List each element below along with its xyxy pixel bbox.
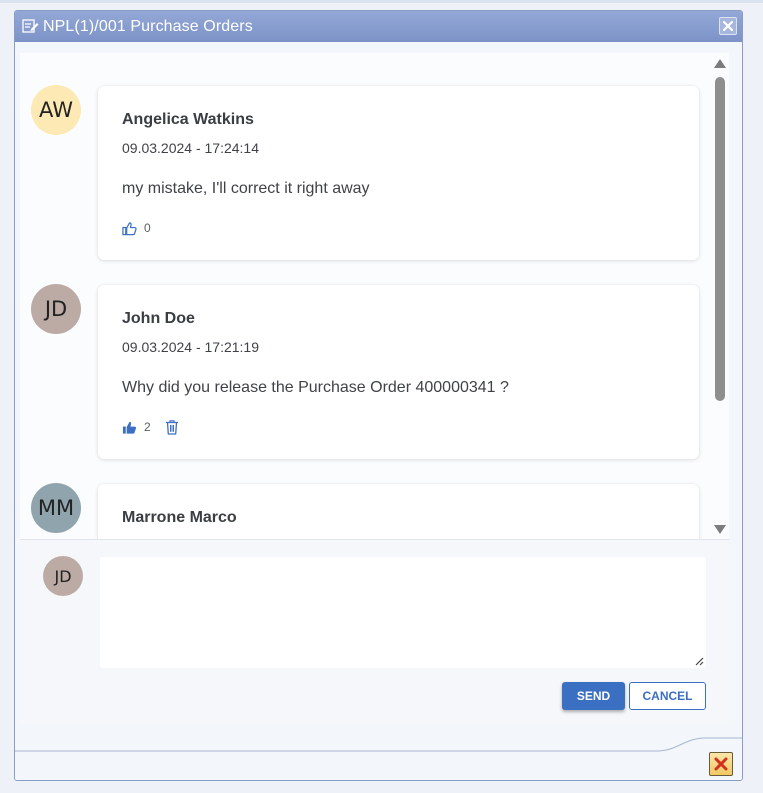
avatar-initials: JD bbox=[44, 297, 68, 321]
scroll-up-arrow-icon[interactable] bbox=[714, 59, 726, 68]
avatar: MM bbox=[31, 483, 81, 533]
edit-document-icon bbox=[22, 19, 39, 33]
comment-input[interactable] bbox=[100, 557, 706, 668]
send-button[interactable]: SEND bbox=[562, 682, 625, 710]
close-icon bbox=[722, 20, 734, 32]
thread-scrollbar[interactable] bbox=[714, 59, 726, 535]
comment-thread[interactable]: AW Angelica Watkins 09.03.2024 - 17:24:1… bbox=[20, 53, 729, 539]
thumbs-up-icon[interactable] bbox=[122, 420, 137, 435]
comment-actions: 2 bbox=[122, 418, 179, 436]
resize-grip-icon[interactable] bbox=[694, 656, 704, 666]
comment-author: John Doe bbox=[122, 310, 195, 327]
scroll-down-arrow-icon[interactable] bbox=[714, 525, 726, 534]
trash-icon[interactable] bbox=[165, 419, 179, 435]
popup-window: NPL(1)/001 Purchase Orders AW Angelica W… bbox=[14, 10, 743, 781]
avatar-initials: JD bbox=[54, 566, 72, 586]
avatar-initials: AW bbox=[39, 98, 73, 122]
avatar: JD bbox=[31, 284, 81, 334]
avatar: AW bbox=[31, 85, 81, 135]
avatar-initials: MM bbox=[37, 496, 75, 520]
comment-author: Angelica Watkins bbox=[122, 111, 254, 128]
current-user-avatar: JD bbox=[43, 556, 83, 596]
scrollbar-thumb[interactable] bbox=[715, 77, 725, 401]
comment-card: Angelica Watkins 09.03.2024 - 17:24:14 m… bbox=[98, 86, 699, 260]
comments-panel: AW Angelica Watkins 09.03.2024 - 17:24:1… bbox=[20, 53, 729, 724]
like-count: 2 bbox=[144, 420, 151, 434]
window-titlebar[interactable]: NPL(1)/001 Purchase Orders bbox=[15, 11, 742, 42]
footer-divider bbox=[15, 737, 742, 752]
comment-card: John Doe 09.03.2024 - 17:21:19 Why did y… bbox=[98, 285, 699, 459]
screen-top-edge bbox=[0, 0, 763, 3]
close-window-button[interactable] bbox=[709, 752, 733, 776]
comment-composer: JD SEND CANCEL bbox=[20, 539, 729, 724]
comment-author: Marrone Marco bbox=[122, 509, 237, 526]
cancel-button[interactable]: CANCEL bbox=[629, 682, 706, 710]
comment-card: Marrone Marco bbox=[98, 484, 699, 539]
comment-text: my mistake, I'll correct it right away bbox=[122, 180, 370, 197]
comment-timestamp: 09.03.2024 - 17:24:14 bbox=[122, 140, 260, 156]
comment-text: Why did you release the Purchase Order 4… bbox=[122, 379, 509, 396]
window-title: NPL(1)/001 Purchase Orders bbox=[43, 18, 253, 35]
like-count: 0 bbox=[144, 221, 151, 235]
window-footer bbox=[15, 736, 742, 780]
close-icon bbox=[714, 757, 728, 771]
comment-actions: 0 bbox=[122, 219, 151, 237]
titlebar-close-button[interactable] bbox=[719, 17, 737, 35]
comment-timestamp: 09.03.2024 - 17:21:19 bbox=[122, 339, 260, 355]
thumbs-up-icon[interactable] bbox=[122, 221, 137, 236]
